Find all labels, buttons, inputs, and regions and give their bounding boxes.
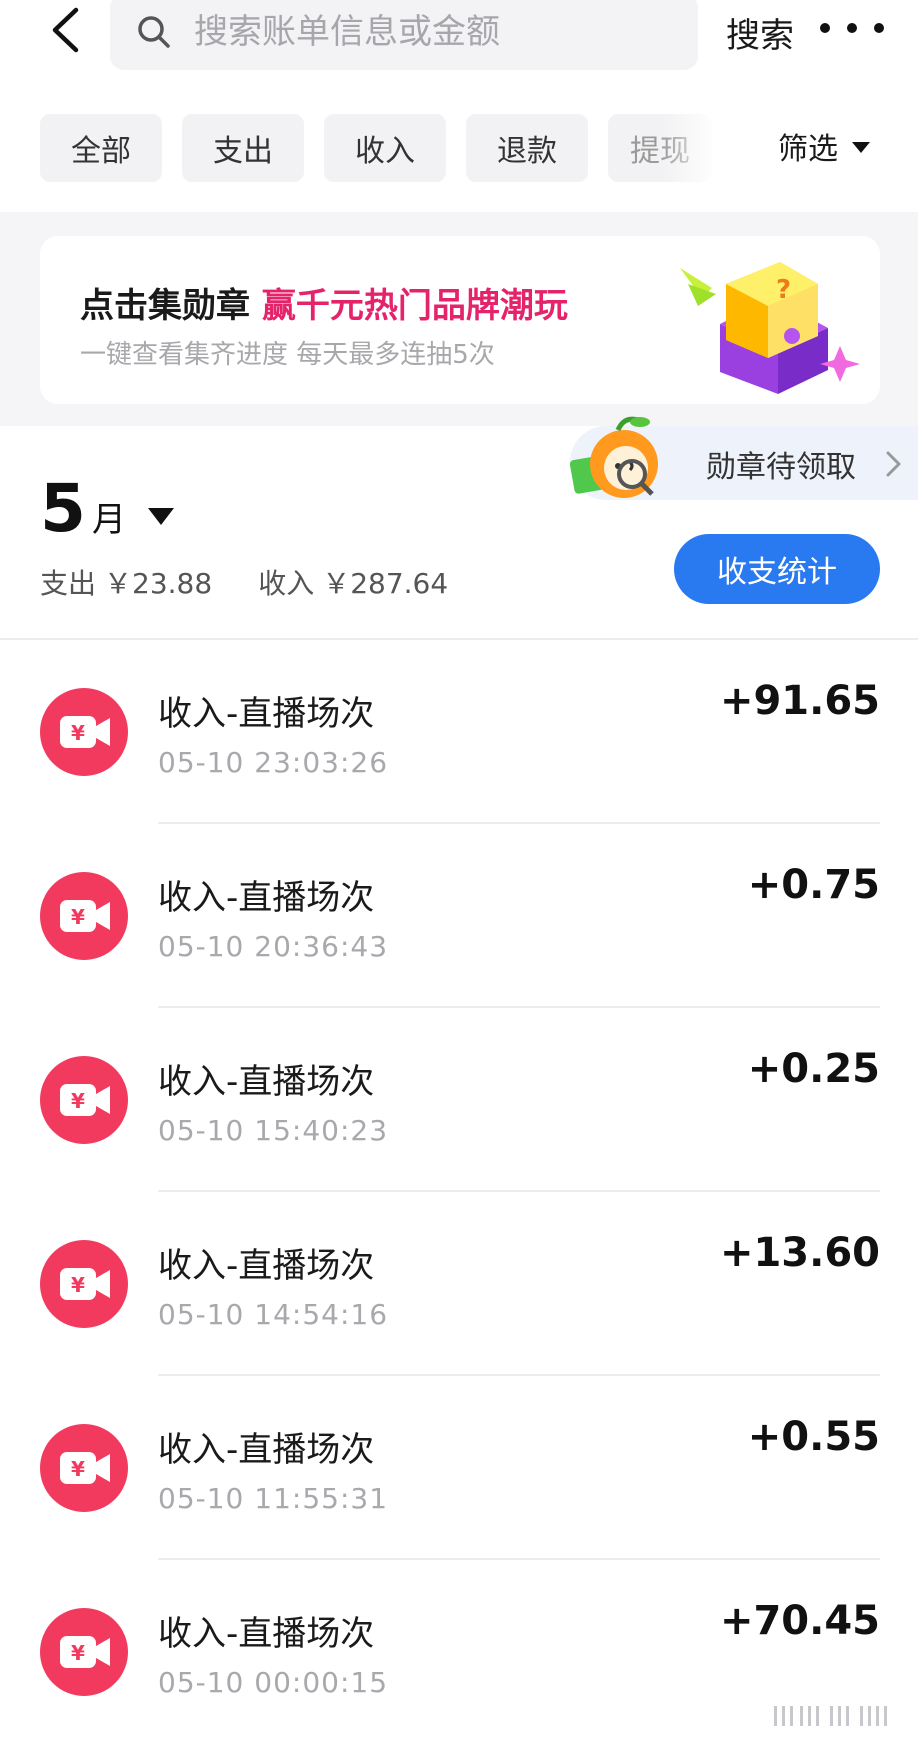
- search-button[interactable]: 搜索: [726, 8, 794, 57]
- month-selector[interactable]: 5 月: [40, 470, 174, 547]
- mystery-box-icon: ?: [680, 262, 860, 394]
- live-video-yuan-icon: ¥: [40, 1608, 128, 1696]
- caret-down-icon: [147, 508, 174, 525]
- tab-all[interactable]: 全部: [40, 114, 162, 182]
- transaction-time: 05-10 15:40:23: [158, 1114, 389, 1147]
- expense-value: ￥23.88: [104, 567, 213, 600]
- transaction-time: 05-10 23:03:26: [158, 746, 389, 779]
- tabs-fade-overlay: [660, 114, 720, 182]
- medal-claim-tag[interactable]: 勋章待领取: [569, 416, 918, 500]
- filter-label: 筛选: [778, 132, 838, 167]
- search-icon: [138, 16, 170, 48]
- income-label: 收入: [258, 567, 315, 600]
- filter-button[interactable]: 筛选: [778, 124, 870, 168]
- svg-text:¥: ¥: [71, 1641, 85, 1665]
- svg-text:¥: ¥: [71, 905, 85, 929]
- transaction-amount: +0.25: [747, 1046, 880, 1092]
- transaction-amount: +0.75: [747, 862, 880, 908]
- expense-label: 支出: [40, 567, 97, 600]
- month-number: 5: [40, 470, 86, 547]
- back-button[interactable]: [40, 0, 90, 60]
- watermark-icon: [774, 1706, 887, 1726]
- svg-text:¥: ¥: [71, 1273, 85, 1297]
- caret-down-icon: [852, 141, 870, 153]
- transaction-title: 收入-直播场次: [158, 1614, 375, 1654]
- live-video-yuan-icon: ¥: [40, 872, 128, 960]
- month-unit: 月: [91, 500, 126, 540]
- promo-banner[interactable]: 点击集勋章 赢千元热门品牌潮玩 一键查看集齐进度 每天最多连抽5次 ?: [40, 236, 880, 404]
- live-video-yuan-icon: ¥: [40, 1056, 128, 1144]
- medal-claim-label: 勋章待领取: [706, 450, 856, 485]
- transaction-amount: +13.60: [719, 1230, 880, 1276]
- transaction-row[interactable]: ¥ 收入-直播场次 05-10 20:36:43 +0.75: [0, 824, 918, 1008]
- svg-text:?: ?: [776, 275, 791, 305]
- svg-text:¥: ¥: [71, 721, 85, 745]
- orange-mascot-icon: [569, 416, 658, 498]
- svg-text:¥: ¥: [71, 1089, 85, 1113]
- transaction-title: 收入-直播场次: [158, 1430, 375, 1470]
- tab-refund[interactable]: 退款: [466, 114, 588, 182]
- live-video-yuan-icon: ¥: [40, 1240, 128, 1328]
- type-tabs: 全部 支出 收入 退款 提现 筛选: [0, 114, 918, 182]
- transaction-row[interactable]: ¥ 收入-直播场次 05-10 11:55:31 +0.55: [0, 1376, 918, 1560]
- transaction-title: 收入-直播场次: [158, 878, 375, 918]
- transaction-amount: +91.65: [719, 678, 880, 724]
- transaction-row[interactable]: ¥ 收入-直播场次 05-10 23:03:26 +91.65: [0, 640, 918, 824]
- tab-expense[interactable]: 支出: [182, 114, 304, 182]
- banner-title: 点击集勋章 赢千元热门品牌潮玩: [80, 286, 568, 326]
- transaction-time: 05-10 20:36:43: [158, 930, 389, 963]
- more-button[interactable]: [820, 8, 884, 48]
- top-bar: 搜索: [0, 0, 918, 84]
- chevron-left-icon: [52, 7, 79, 53]
- more-horizontal-icon: [820, 23, 830, 33]
- chevron-right-icon: [886, 451, 901, 477]
- banner-title-highlight: 赢千元热门品牌潮玩: [261, 286, 568, 326]
- tab-income[interactable]: 收入: [324, 114, 446, 182]
- transaction-time: 05-10 14:54:16: [158, 1298, 389, 1331]
- svg-text:¥: ¥: [71, 1457, 85, 1481]
- transaction-amount: +70.45: [719, 1598, 880, 1644]
- transaction-title: 收入-直播场次: [158, 1246, 375, 1286]
- stats-button[interactable]: 收支统计: [674, 534, 880, 604]
- live-video-yuan-icon: ¥: [40, 1424, 128, 1512]
- transaction-time: 05-10 11:55:31: [158, 1482, 389, 1515]
- transaction-row[interactable]: ¥ 收入-直播场次 05-10 15:40:23 +0.25: [0, 1008, 918, 1192]
- month-totals: 支出 ￥23.88 收入 ￥287.64: [40, 562, 456, 602]
- transaction-title: 收入-直播场次: [158, 694, 375, 734]
- live-video-yuan-icon: ¥: [40, 688, 128, 776]
- transaction-title: 收入-直播场次: [158, 1062, 375, 1102]
- banner-subtitle: 一键查看集齐进度 每天最多连抽5次: [80, 340, 495, 370]
- transaction-amount: +0.55: [747, 1414, 880, 1460]
- income-value: ￥287.64: [322, 567, 449, 600]
- search-input[interactable]: [194, 12, 674, 52]
- transaction-row[interactable]: ¥ 收入-直播场次 05-10 14:54:16 +13.60: [0, 1192, 918, 1376]
- search-box[interactable]: [110, 0, 698, 70]
- transaction-time: 05-10 00:00:15: [158, 1666, 389, 1699]
